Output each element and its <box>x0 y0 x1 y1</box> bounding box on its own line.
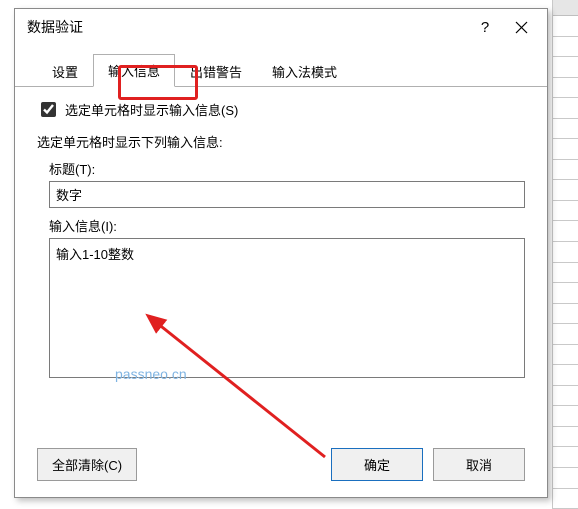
message-textarea[interactable] <box>49 238 525 378</box>
title-input[interactable] <box>49 181 525 208</box>
tab-input-message[interactable]: 输入信息 <box>93 54 175 87</box>
clear-all-button[interactable]: 全部清除(C) <box>37 448 137 481</box>
tab-settings[interactable]: 设置 <box>37 55 93 87</box>
column-header <box>553 0 578 16</box>
dialog-body: 选定单元格时显示输入信息(S) 选定单元格时显示下列输入信息: 标题(T): 输… <box>15 87 547 438</box>
message-field-label: 输入信息(I): <box>49 216 525 235</box>
section-label: 选定单元格时显示下列输入信息: <box>37 132 525 151</box>
show-input-message-label: 选定单元格时显示输入信息(S) <box>65 100 238 119</box>
title-field-label: 标题(T): <box>49 159 525 178</box>
spreadsheet-background <box>552 0 578 509</box>
dialog-title: 数据验证 <box>27 17 467 37</box>
close-icon <box>515 21 528 34</box>
tab-strip: 设置 输入信息 出错警告 输入法模式 <box>15 45 547 87</box>
show-input-message-checkbox[interactable] <box>41 102 56 117</box>
ok-button[interactable]: 确定 <box>331 448 423 481</box>
help-button[interactable]: ? <box>467 13 503 41</box>
cancel-button[interactable]: 取消 <box>433 448 525 481</box>
titlebar: 数据验证 ? <box>15 9 547 45</box>
watermark-text: passneo.cn <box>115 366 187 382</box>
dialog-footer: 全部清除(C) 确定 取消 <box>15 438 547 497</box>
tab-ime-mode[interactable]: 输入法模式 <box>257 55 352 87</box>
tab-error-alert[interactable]: 出错警告 <box>175 55 257 87</box>
data-validation-dialog: 数据验证 ? 设置 输入信息 出错警告 输入法模式 选定单元格时显示输入信息(S… <box>14 8 548 498</box>
close-button[interactable] <box>503 13 539 41</box>
